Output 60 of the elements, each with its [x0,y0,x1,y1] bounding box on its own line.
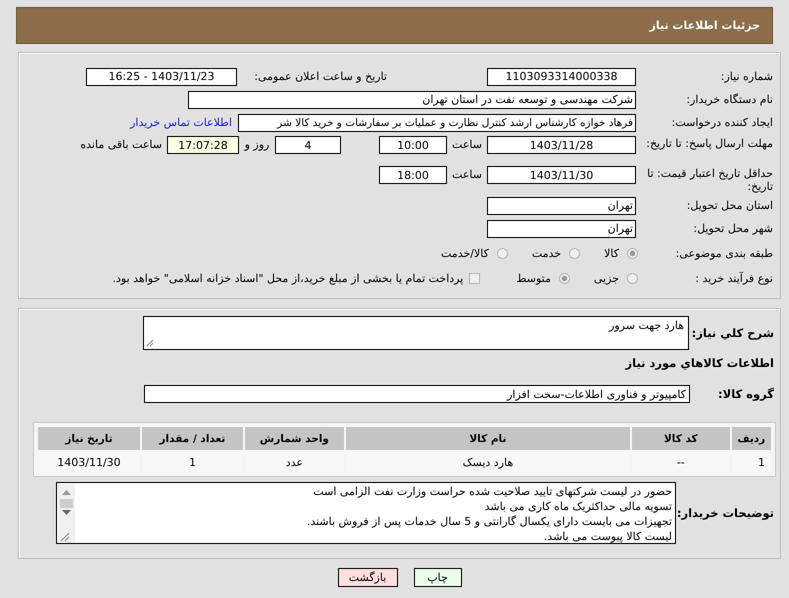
time-label: ساعت [451,167,483,181]
column-header: واحد شمارش [244,427,344,450]
days-field: 4 [275,136,341,154]
field-label: توضیحات خریدار: [676,506,775,520]
announce-date-field: 1403/11/23 - 16:25 [86,68,237,86]
goods-group-field: کامپیوتر و فناوری اطلاعات-سخت افزار [144,385,690,403]
checkbox[interactable] [469,272,480,284]
days-label: روز و [243,137,270,151]
column-header: نام کالا [346,427,630,450]
field-label: گروه کالا: [717,387,775,401]
field-label: شرح کلي نياز: [690,326,775,340]
notes-line: لیست کالا پیوست می باشد. [542,528,672,542]
requester-field: فرهاد خوازه کارشناس ارشد کنترل نظارت و عملیات بر سفارشات و خرید کالا شر [238,114,636,132]
resize-grip-icon[interactable] [146,338,154,346]
radio-label: متوسط [516,272,551,284]
radio-label: جزیی [594,272,619,284]
deadline-time-field: 10:00 [379,136,447,154]
radio-label: کالا/خدمت [441,246,489,260]
field-label: حداقل تاریخ اعتبار قیمت: تا تاریخ: [646,166,774,193]
need-number-field: 1103093314000338 [487,68,636,86]
column-header: کد کالا [632,427,730,450]
radio-label: خدمت [532,246,562,260]
column-header: ردیف [732,427,771,450]
field-label: شهر محل تحویل: [692,222,774,235]
field-label: استان محل تحویل: [686,199,774,212]
field-label: نوع فرآیند خرید : [694,272,774,284]
notes-line: تسویه مالی حداکثریک ماه کاری می باشد [484,498,672,514]
validity-time-field: 18:00 [379,166,447,184]
radio-button[interactable] [627,272,638,284]
buyer-field: شرکت مهندسی و توسعه نفت در استان تهران [188,90,636,108]
city-field: تهران [487,220,636,238]
column-header: تعداد / مقدار [142,427,243,450]
time-label: ساعت [451,137,483,151]
action-button[interactable]: بازگشت [338,568,398,587]
radio-label: کالا [604,246,619,260]
scrollbar-drawing[interactable] [58,484,75,542]
province-field: تهران [487,196,636,214]
field-label: مهلت ارسال پاسخ: تا تاریخ: [645,136,774,150]
field-label: تاریخ و ساعت اعلان عمومی: [253,70,388,83]
action-button[interactable]: چاپ [414,568,462,587]
checkbox-label: پرداخت تمام یا بخشی از مبلغ خرید،از محل "اسناد خزانه اسلامی" خواهد بود. [112,272,464,284]
validity-date-field: 1403/11/30 [487,166,636,184]
radio-button[interactable] [558,272,570,284]
section-heading: اطلاعات کالاهاي مورد نياز [624,356,775,370]
notes-line: تجهیزات می بایست دارای یکسال گارانتی و 5 سال خدمات پس از فروش باشند. [306,514,672,528]
description-field: هارد جهت سرور [143,316,689,350]
radio-button[interactable] [569,248,580,258]
field-label: نام دستگاه خریدار: [685,93,774,106]
radio-button[interactable] [496,248,508,258]
buyer-contact-link[interactable]: اطلاعات تماس خریدار [130,116,232,129]
field-label: طبقه بندی موضوعی: [674,246,774,260]
notes-line: حضور در لیست شرکتهای تایید صلاحیت شده حراست وزارت نفت الزامی است [312,484,672,498]
field-label: شماره نیاز: [720,70,774,83]
deadline-date-field: 1403/11/28 [487,136,636,154]
page-title: جزئیات اطلاعات نیاز [650,19,760,32]
remaining-label: ساعت باقی مانده [80,137,162,151]
remaining-time-field: 17:07:28 [167,136,239,154]
column-header: تاریخ نیاز [38,427,140,450]
field-label: ایجاد کننده درخواست: [670,116,774,129]
radio-button[interactable] [627,248,638,258]
